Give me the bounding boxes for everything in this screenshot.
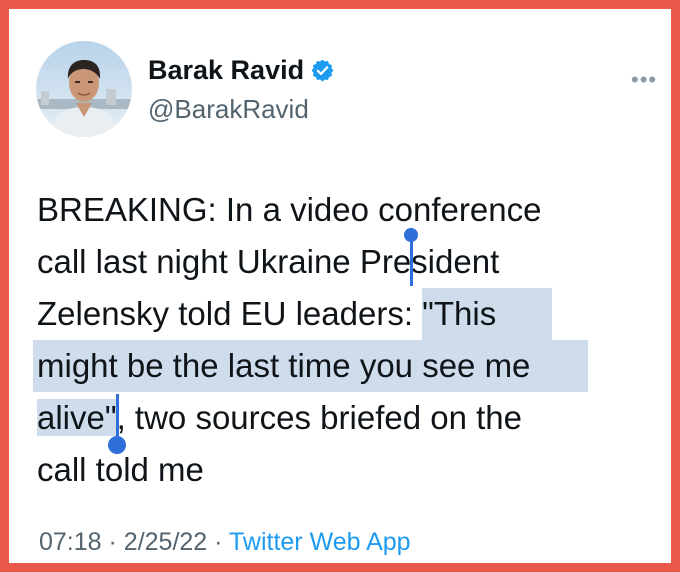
tweet-line-text: call last night Ukraine Pre [37, 243, 412, 280]
tweet-line: alive", two sources briefed on the [37, 392, 677, 454]
tweet-line: call last night Ukraine Pre sident [37, 228, 677, 288]
selected-text[interactable]: "This [422, 288, 553, 340]
more-horizontal-icon: ••• [631, 67, 658, 92]
author-name-text: Barak Ravid [148, 55, 305, 85]
avatar[interactable] [36, 41, 132, 137]
tweet-source-link[interactable]: Twitter Web App [229, 528, 411, 556]
tweet-line-text: call told me [37, 451, 204, 488]
avatar-photo [36, 41, 132, 137]
tweet-line: call told me [37, 444, 677, 496]
tweet-text: BREAKING: In a video conference call las… [33, 184, 677, 496]
meta-separator: · [108, 528, 117, 556]
tweet-line-text: sident [411, 243, 500, 280]
tweet-line: Zelensky told EU leaders: "This [37, 288, 677, 340]
verified-badge-icon [311, 59, 334, 82]
author-name[interactable]: Barak Ravid [148, 55, 335, 86]
author-handle[interactable]: @BarakRavid [148, 94, 309, 125]
tweet-metadata: 07:18 · 2/25/22 · Twitter Web App [39, 528, 411, 557]
meta-separator: · [214, 528, 223, 556]
selection-caret [115, 394, 119, 442]
tweet-line: might be the last time you see me [33, 340, 677, 392]
tweet-line-text: Zelensky told EU leaders: [37, 295, 423, 332]
tweet-line: BREAKING: In a video conference [37, 184, 677, 236]
selected-text[interactable]: might be the last time you see me [33, 340, 589, 392]
tweet-line-text: BREAKING: In a video conference [37, 191, 542, 228]
more-options-button[interactable]: ••• [631, 69, 657, 91]
tweet-line-text: , two sources briefed on the [116, 399, 522, 436]
tweet-time[interactable]: 07:18 [39, 528, 102, 556]
tweet-date[interactable]: 2/25/22 [124, 528, 207, 556]
tweet-card: Barak Ravid @BarakRavid ••• BREAKING: In… [0, 0, 680, 572]
selection-caret [410, 238, 414, 286]
selection-handle-knob[interactable] [107, 436, 126, 454]
selected-text[interactable]: alive" [37, 399, 117, 436]
